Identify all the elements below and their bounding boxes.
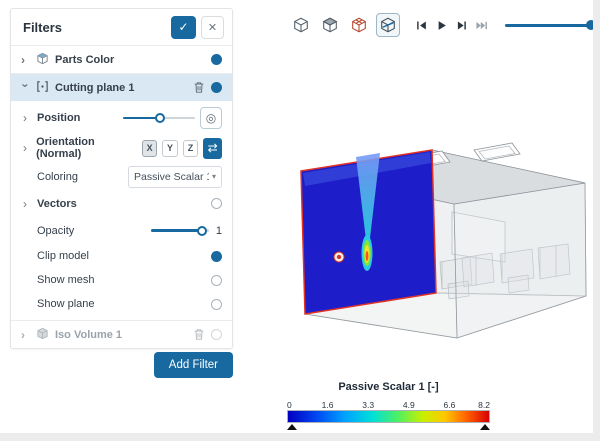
parts-color-visibility-toggle[interactable]	[211, 54, 222, 65]
page-bottom-gutter	[0, 433, 600, 441]
check-icon: ✓	[178, 20, 189, 34]
shaded-cube-icon[interactable]	[318, 13, 342, 37]
orientation-label: Orientation (Normal)	[36, 136, 95, 160]
clip-model-label: Clip model	[37, 250, 89, 262]
show-mesh-toggle[interactable]	[211, 274, 222, 286]
apply-button[interactable]: ✓	[171, 15, 196, 39]
coloring-label: Coloring	[37, 170, 78, 183]
filter-label: Parts Color	[55, 53, 115, 66]
legend-title: Passive Scalar 1 [-]	[338, 381, 439, 393]
show-plane-label: Show plane	[37, 298, 95, 310]
page-right-gutter	[593, 0, 600, 441]
panel-title: Filters	[23, 19, 63, 35]
add-filter-button[interactable]: Add Filter	[153, 352, 233, 378]
position-slider-knob[interactable]	[155, 113, 166, 123]
chevron-down-icon[interactable]: ›	[19, 83, 33, 92]
chevron-right-icon[interactable]: ›	[21, 329, 30, 341]
skip-to-end-icon[interactable]	[473, 17, 490, 34]
postprocessor-page: Filters ✓ ✕ › Parts Color › Cutting plan…	[0, 0, 600, 441]
chevron-right-icon[interactable]: ›	[21, 54, 30, 66]
picker-icon: ◎	[205, 111, 217, 125]
show-plane-toggle[interactable]	[211, 298, 222, 310]
legend-max-clip-marker	[480, 424, 490, 430]
play-icon[interactable]	[433, 17, 450, 34]
axis-x-button[interactable]: X	[141, 139, 158, 157]
panel-footer: Add Filter	[10, 352, 233, 378]
clip-model-toggle[interactable]	[211, 250, 222, 262]
vectors-toggle[interactable]	[211, 198, 222, 209]
opacity-slider[interactable]	[151, 225, 209, 236]
legend-tick: 3.3	[362, 400, 375, 410]
filter-label: Cutting plane 1	[55, 81, 135, 94]
axis-z-button[interactable]: Z	[182, 139, 199, 157]
close-button[interactable]: ✕	[201, 15, 224, 39]
skip-to-start-icon[interactable]	[413, 17, 430, 34]
chevron-right-icon[interactable]: ›	[23, 142, 31, 154]
mesh-cube-icon[interactable]	[347, 13, 371, 37]
vectors-row: › Vectors	[11, 190, 232, 217]
parts-color-icon	[36, 52, 49, 68]
clip-model-row: Clip model	[11, 244, 232, 268]
step-forward-icon[interactable]	[453, 17, 470, 34]
position-picker-button[interactable]: ◎	[200, 107, 222, 129]
legend-min-clip-marker	[287, 424, 297, 430]
opacity-slider-knob[interactable]	[197, 225, 208, 236]
legend-tick: 6.6	[443, 400, 456, 410]
legend-tick: 1.6	[321, 400, 334, 410]
coloring-row: Coloring Passive Scalar 1 ▾	[11, 163, 232, 190]
opacity-value: 1	[215, 224, 222, 237]
viewer-toolbar	[289, 13, 600, 37]
scalar-legend: Passive Scalar 1 [-] 0 1.6 3.3 4.9 6.6 8…	[287, 381, 490, 430]
cutting-plane-surface	[300, 149, 437, 315]
filter-row-parts-color[interactable]: › Parts Color	[11, 45, 232, 73]
delete-filter-icon[interactable]	[193, 328, 205, 341]
coloring-select[interactable]: Passive Scalar 1 ▾	[128, 165, 222, 188]
playback-controls	[413, 17, 490, 34]
vectors-label: Vectors	[37, 197, 77, 210]
iso-volume-icon	[36, 327, 49, 343]
filter-label: Iso Volume 1	[55, 328, 123, 341]
swap-arrows-icon: ⇄	[207, 141, 218, 155]
delete-filter-icon[interactable]	[193, 81, 205, 94]
time-slider[interactable]	[505, 19, 600, 31]
opacity-row: Opacity 1	[11, 217, 232, 244]
show-mesh-label: Show mesh	[37, 274, 95, 286]
cutting-plane-properties: › Position ◎ › Orientation (Normal) X Y …	[11, 101, 232, 320]
caret-down-icon: ▾	[211, 172, 216, 181]
legend-ticks: 0 1.6 3.3 4.9 6.6 8.2	[287, 400, 490, 410]
axis-y-button[interactable]: Y	[162, 139, 178, 157]
coloring-value: Passive Scalar 1	[134, 170, 209, 183]
filter-row-cutting-plane[interactable]: › Cutting plane 1	[11, 73, 232, 101]
chevron-right-icon[interactable]: ›	[23, 198, 32, 210]
flip-normal-button[interactable]: ⇄	[203, 137, 222, 159]
show-mesh-row: Show mesh	[11, 268, 232, 292]
filter-row-iso-volume[interactable]: › Iso Volume 1	[11, 320, 232, 348]
iso-volume-visibility-toggle[interactable]	[211, 329, 222, 340]
legend-tick: 0	[287, 400, 292, 410]
position-row: › Position ◎	[11, 103, 232, 133]
filters-panel-header: Filters ✓ ✕	[11, 9, 232, 45]
hot-spot-marker	[333, 251, 345, 263]
cutting-plane-view-icon[interactable]	[376, 13, 400, 37]
cutting-plane-visibility-toggle[interactable]	[211, 82, 222, 93]
opacity-label: Opacity	[37, 224, 75, 237]
legend-tick: 8.2	[478, 400, 490, 410]
show-plane-row: Show plane	[11, 292, 232, 316]
legend-colorbar	[287, 410, 490, 430]
cutting-plane-icon	[36, 80, 49, 96]
chevron-right-icon[interactable]: ›	[23, 112, 32, 124]
position-label: Position	[37, 112, 81, 124]
orientation-row: › Orientation (Normal) X Y Z ⇄	[11, 133, 232, 163]
legend-tick: 4.9	[402, 400, 415, 410]
position-slider[interactable]	[123, 113, 195, 123]
filters-panel: Filters ✓ ✕ › Parts Color › Cutting plan…	[10, 8, 233, 349]
close-icon: ✕	[207, 21, 218, 34]
perspective-cube-icon[interactable]	[289, 13, 313, 37]
plume-source	[361, 235, 373, 271]
